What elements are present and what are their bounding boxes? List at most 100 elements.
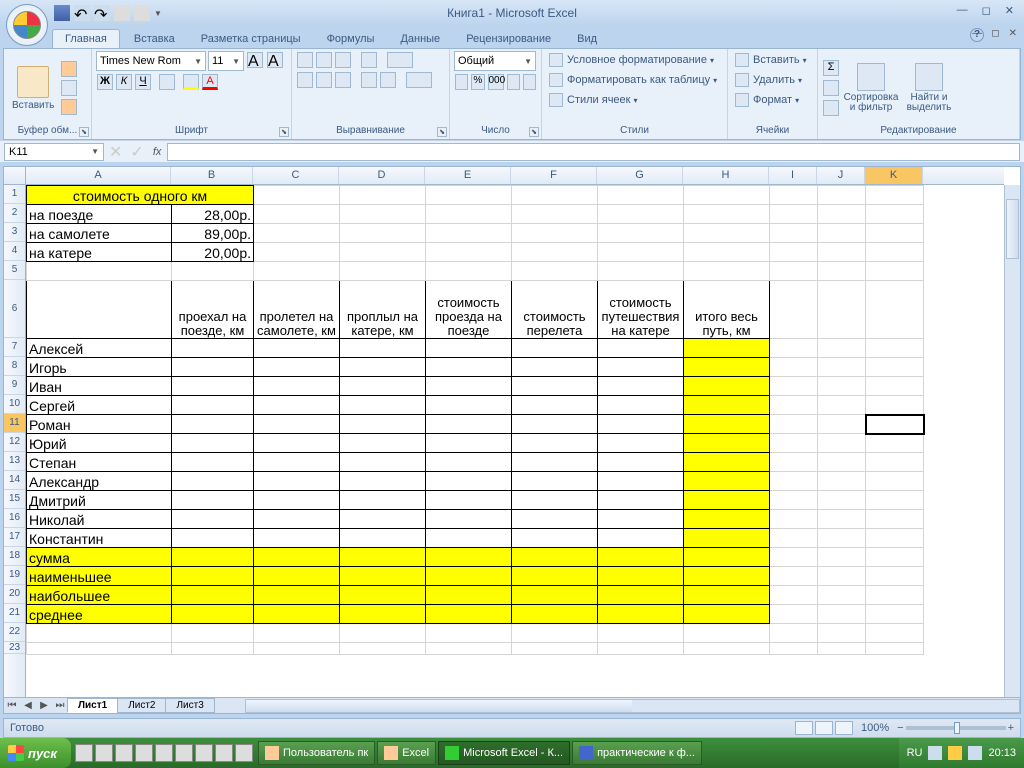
cell-F7[interactable] xyxy=(512,339,598,358)
cell-K7[interactable] xyxy=(866,339,924,358)
cell-A8[interactable]: Игорь xyxy=(27,358,172,377)
select-all-button[interactable] xyxy=(4,167,26,185)
delete-cells-button[interactable]: Удалить▾ xyxy=(732,71,813,89)
cell-K19[interactable] xyxy=(866,567,924,586)
ql-icon-8[interactable] xyxy=(215,744,233,762)
ql-icon-2[interactable] xyxy=(95,744,113,762)
cell-A1[interactable]: стоимость одного км xyxy=(27,186,254,205)
wrap-text-icon[interactable] xyxy=(387,52,413,68)
cell-D10[interactable] xyxy=(340,396,426,415)
minimize-button[interactable]: — xyxy=(953,4,972,17)
cell-J4[interactable] xyxy=(818,243,866,262)
cell-J21[interactable] xyxy=(818,605,866,624)
close-button[interactable]: ✕ xyxy=(1001,4,1018,17)
cell-K13[interactable] xyxy=(866,453,924,472)
cell-G13[interactable] xyxy=(598,453,684,472)
cell-B14[interactable] xyxy=(172,472,254,491)
col-header-F[interactable]: F xyxy=(511,167,597,184)
row-header-2[interactable]: 2 xyxy=(4,204,25,223)
cell-D9[interactable] xyxy=(340,377,426,396)
cell-D6[interactable]: проплыл на катере, км xyxy=(340,281,426,339)
cell-K17[interactable] xyxy=(866,529,924,548)
row-header-1[interactable]: 1 xyxy=(4,185,25,204)
cell-F2[interactable] xyxy=(512,205,598,224)
cell-F19[interactable] xyxy=(512,567,598,586)
align-center-icon[interactable] xyxy=(316,72,332,88)
row-header-15[interactable]: 15 xyxy=(4,490,25,509)
cell-G15[interactable] xyxy=(598,491,684,510)
cell-B22[interactable] xyxy=(172,624,254,643)
taskbar-item-2[interactable]: Excel xyxy=(377,741,436,765)
cell-G14[interactable] xyxy=(598,472,684,491)
cell-E9[interactable] xyxy=(426,377,512,396)
cell-A22[interactable] xyxy=(27,624,172,643)
ql-icon-6[interactable] xyxy=(175,744,193,762)
font-launcher[interactable]: ⬊ xyxy=(279,127,289,137)
cancel-formula-icon[interactable]: ✕ xyxy=(106,142,125,162)
tab-data[interactable]: Данные xyxy=(388,30,452,48)
cell-K15[interactable] xyxy=(866,491,924,510)
sheet-tab-3[interactable]: Лист3 xyxy=(165,698,214,713)
ql-icon-4[interactable] xyxy=(135,744,153,762)
cell-K23[interactable] xyxy=(866,643,924,655)
cell-E3[interactable] xyxy=(426,224,512,243)
cell-J9[interactable] xyxy=(818,377,866,396)
save-icon[interactable] xyxy=(54,5,70,21)
cell-B8[interactable] xyxy=(172,358,254,377)
taskbar-item-4[interactable]: практические к ф... xyxy=(572,741,702,765)
row-header-10[interactable]: 10 xyxy=(4,395,25,414)
cell-B4[interactable]: 20,00р. xyxy=(172,243,254,262)
autosum-icon[interactable]: Σ xyxy=(823,60,839,76)
cell-J15[interactable] xyxy=(818,491,866,510)
cell-A20[interactable]: наибольшее xyxy=(27,586,172,605)
cell-H22[interactable] xyxy=(684,624,770,643)
tab-home[interactable]: Главная xyxy=(52,29,120,48)
zoom-slider[interactable] xyxy=(906,726,1006,730)
font-name-combo[interactable]: Times New Rom▼ xyxy=(96,51,206,71)
cell-B6[interactable]: проехал на поезде, км xyxy=(172,281,254,339)
cell-C13[interactable] xyxy=(254,453,340,472)
cell-K11[interactable] xyxy=(866,415,924,434)
cell-F1[interactable] xyxy=(512,186,598,205)
cell-D16[interactable] xyxy=(340,510,426,529)
sheet-nav-next[interactable]: ▶ xyxy=(36,700,52,711)
col-header-A[interactable]: A xyxy=(26,167,171,184)
cell-D12[interactable] xyxy=(340,434,426,453)
cell-B18[interactable] xyxy=(172,548,254,567)
cell-A4[interactable]: на катере xyxy=(27,243,172,262)
row-header-13[interactable]: 13 xyxy=(4,452,25,471)
cell-A6[interactable] xyxy=(27,281,172,339)
cell-F18[interactable] xyxy=(512,548,598,567)
merge-icon[interactable] xyxy=(406,72,432,88)
sheet-tab-1[interactable]: Лист1 xyxy=(67,698,118,713)
font-size-combo[interactable]: 11▼ xyxy=(208,51,244,71)
cell-C12[interactable] xyxy=(254,434,340,453)
taskbar-item-1[interactable]: Пользователь пк xyxy=(258,741,375,765)
cell-H3[interactable] xyxy=(684,224,770,243)
cell-C2[interactable] xyxy=(254,205,340,224)
cell-D8[interactable] xyxy=(340,358,426,377)
col-header-I[interactable]: I xyxy=(769,167,817,184)
cell-C23[interactable] xyxy=(254,643,340,655)
cell-D4[interactable] xyxy=(340,243,426,262)
cell-C10[interactable] xyxy=(254,396,340,415)
row-header-8[interactable]: 8 xyxy=(4,357,25,376)
row-header-23[interactable]: 23 xyxy=(4,642,25,654)
cell-I11[interactable] xyxy=(770,415,818,434)
cell-J5[interactable] xyxy=(818,262,866,281)
cell-I9[interactable] xyxy=(770,377,818,396)
cell-E14[interactable] xyxy=(426,472,512,491)
tray-icon-2[interactable] xyxy=(948,746,962,760)
cell-J23[interactable] xyxy=(818,643,866,655)
cell-K21[interactable] xyxy=(866,605,924,624)
cell-B11[interactable] xyxy=(172,415,254,434)
cell-B7[interactable] xyxy=(172,339,254,358)
cell-H12[interactable] xyxy=(684,434,770,453)
cell-I17[interactable] xyxy=(770,529,818,548)
align-left-icon[interactable] xyxy=(297,72,313,88)
cell-K20[interactable] xyxy=(866,586,924,605)
sheet-nav-prev[interactable]: ◀ xyxy=(20,700,36,711)
cell-G8[interactable] xyxy=(598,358,684,377)
fill-color-icon[interactable] xyxy=(183,74,199,90)
cell-D15[interactable] xyxy=(340,491,426,510)
